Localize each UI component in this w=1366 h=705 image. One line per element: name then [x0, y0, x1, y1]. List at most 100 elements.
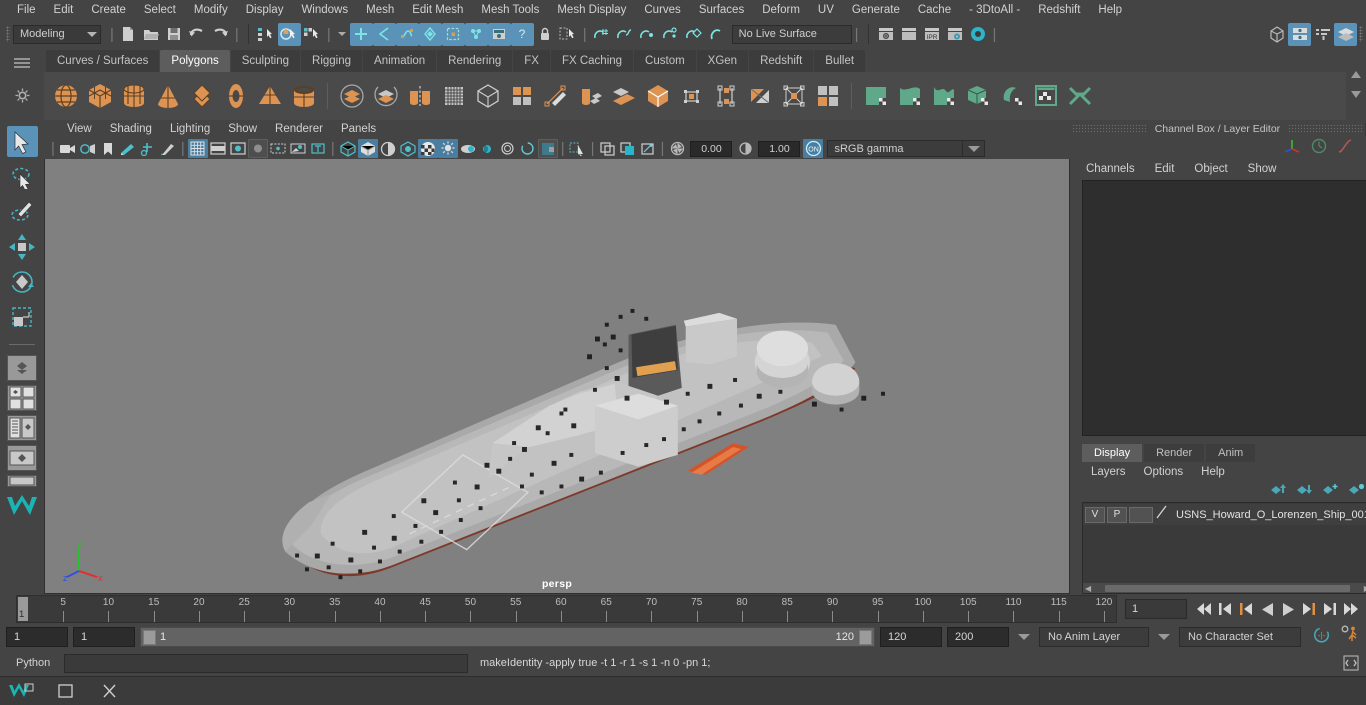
layer-list[interactable]: V P USNS_Howard_O_Lorenzen_Ship_001 ◀	[1082, 502, 1366, 594]
exposure-field[interactable]: 0.00	[690, 140, 733, 157]
layer-type-toggle[interactable]	[1129, 506, 1153, 523]
texture-mode-icon[interactable]	[417, 139, 438, 158]
channel-menu-edit[interactable]: Edit	[1145, 163, 1185, 175]
menu-redshift[interactable]: Redshift	[1029, 0, 1089, 20]
ambient-occlusion-icon[interactable]	[498, 139, 518, 158]
outliner-persp-layout-icon[interactable]	[7, 415, 37, 441]
layer-list-scrollbar[interactable]: ◀ ▶	[1083, 583, 1366, 593]
viewport-menu-renderer[interactable]: Renderer	[266, 123, 332, 135]
list-item[interactable]: V P USNS_Howard_O_Lorenzen_Ship_001	[1083, 504, 1366, 525]
panel-drag-dots-right[interactable]	[1288, 124, 1363, 134]
extrude-icon[interactable]	[574, 81, 605, 112]
hypershade-icon[interactable]	[967, 23, 990, 46]
create-polygon-tool-icon[interactable]	[540, 81, 571, 112]
layer-tab-render[interactable]: Render	[1144, 444, 1205, 462]
shelf-options-gear-icon[interactable]	[15, 88, 30, 108]
move-layer-up-icon[interactable]	[1270, 483, 1287, 501]
status-line-grip[interactable]	[4, 24, 13, 44]
merge-vertex-icon[interactable]	[744, 81, 775, 112]
motion-blur-icon[interactable]	[518, 139, 538, 158]
insert-edge-loop-icon[interactable]	[710, 81, 741, 112]
target-weld-icon[interactable]	[778, 81, 809, 112]
shelf-tab-polygons[interactable]: Polygons	[160, 50, 230, 72]
image-plane-mask-icon[interactable]	[487, 22, 511, 46]
lasso-select-tool-icon[interactable]	[7, 161, 38, 192]
xray-joints-icon[interactable]	[288, 139, 308, 158]
close-icon[interactable]	[96, 680, 122, 702]
channel-box-toggle-icon[interactable]	[1334, 22, 1357, 46]
four-view-layout-icon[interactable]	[7, 385, 37, 411]
film-origin-icon[interactable]	[268, 139, 288, 158]
menu-select[interactable]: Select	[135, 0, 185, 20]
anim-layer-dropdown-arrow[interactable]	[1018, 634, 1030, 640]
script-editor-icon[interactable]	[1342, 654, 1360, 672]
snap-curve-icon[interactable]	[613, 23, 636, 46]
time-slider[interactable]: 1 5 10 15 20 25 30 35 40 45 50 55 60 65 70 75 80 85 90 95 1…	[16, 595, 1117, 623]
shelf-tab-xgen[interactable]: XGen	[696, 50, 749, 72]
multi-cut-icon[interactable]	[812, 81, 843, 112]
current-time-indicator[interactable]: 1	[18, 597, 28, 621]
channel-menu-object[interactable]: Object	[1184, 163, 1237, 175]
gamma-icon[interactable]	[735, 139, 755, 158]
outliner-icon[interactable]	[1265, 23, 1288, 46]
use-default-material-icon[interactable]	[398, 139, 418, 158]
single-perspective-layout-icon[interactable]	[7, 355, 37, 381]
menu-mesh-display[interactable]: Mesh Display	[548, 0, 635, 20]
color-space-field[interactable]: sRGB gamma	[827, 140, 964, 157]
exposure-icon[interactable]	[667, 139, 687, 158]
xray-active-components-icon[interactable]	[638, 139, 658, 158]
image-plane-icon[interactable]	[118, 139, 138, 158]
grease-pencil-icon[interactable]	[158, 139, 178, 158]
shelf-tab-redshift[interactable]: Redshift	[749, 50, 814, 72]
save-scene-icon[interactable]	[163, 23, 186, 46]
layer-tab-display[interactable]: Display	[1082, 444, 1143, 462]
shelf-tab-fx[interactable]: FX	[513, 50, 550, 72]
shadows-icon[interactable]	[478, 139, 498, 158]
menu-edit[interactable]: Edit	[45, 0, 83, 20]
scale-tool-icon[interactable]	[7, 301, 38, 332]
layer-visibility-toggle[interactable]: V	[1085, 506, 1105, 523]
smooth-icon[interactable]	[438, 81, 469, 112]
handles-mask-icon[interactable]	[349, 22, 373, 46]
menu-display[interactable]: Display	[237, 0, 293, 20]
highlight-selection-icon[interactable]	[557, 23, 580, 46]
shelf-tab-fx-caching[interactable]: FX Caching	[550, 50, 634, 72]
select-tool-icon[interactable]	[6, 126, 38, 157]
animation-end-field[interactable]: 200	[947, 627, 1009, 647]
step-forward-keyframe-icon[interactable]	[1321, 599, 1339, 619]
bevel-icon[interactable]	[608, 81, 639, 112]
viewport-menu-panels[interactable]: Panels	[332, 123, 385, 135]
wireframe-shading-icon[interactable]	[338, 139, 358, 158]
animation-start-field[interactable]: 1	[6, 627, 68, 647]
range-slider-bar[interactable]: 1 120	[140, 627, 875, 647]
persp-graph-layout-icon[interactable]	[7, 445, 37, 471]
create-new-layer-icon[interactable]	[1322, 483, 1339, 501]
shelf-tab-rigging[interactable]: Rigging	[301, 50, 363, 72]
channel-menu-show[interactable]: Show	[1238, 163, 1287, 175]
scrollbar-thumb[interactable]	[1105, 584, 1350, 592]
gate-mask-icon[interactable]	[247, 139, 268, 158]
combine-icon[interactable]	[336, 81, 367, 112]
channel-box-clock-icon[interactable]	[1311, 138, 1327, 159]
menu-mesh-tools[interactable]: Mesh Tools	[472, 0, 548, 20]
lighting-toggle-icon[interactable]	[437, 139, 458, 158]
scroll-left-icon[interactable]: ◀	[1083, 584, 1093, 593]
shelf-tab-curves-surfaces[interactable]: Curves / Surfaces	[46, 50, 160, 72]
snap-grid-icon[interactable]	[590, 23, 613, 46]
shaded-wireframe-icon[interactable]	[378, 139, 398, 158]
mirror-icon[interactable]	[404, 81, 435, 112]
menu-curves[interactable]: Curves	[635, 0, 689, 20]
range-end-field[interactable]: 120	[880, 627, 942, 647]
shelf-tab-animation[interactable]: Animation	[363, 50, 437, 72]
poly-pipe-icon[interactable]	[288, 81, 319, 112]
attribute-editor-toggle-icon[interactable]	[1311, 23, 1334, 46]
viewport-menu-lighting[interactable]: Lighting	[161, 123, 219, 135]
misc-mask-icon[interactable]: ?	[510, 22, 534, 46]
menu-modify[interactable]: Modify	[185, 0, 237, 20]
xray-mode-icon[interactable]	[598, 139, 618, 158]
lock-selection-icon[interactable]	[534, 23, 557, 46]
xray-joints-mode-icon[interactable]	[618, 139, 638, 158]
menu-surfaces[interactable]: Surfaces	[690, 0, 753, 20]
render-current-frame-icon[interactable]	[875, 23, 898, 46]
two-d-pan-zoom-icon[interactable]	[138, 139, 158, 158]
